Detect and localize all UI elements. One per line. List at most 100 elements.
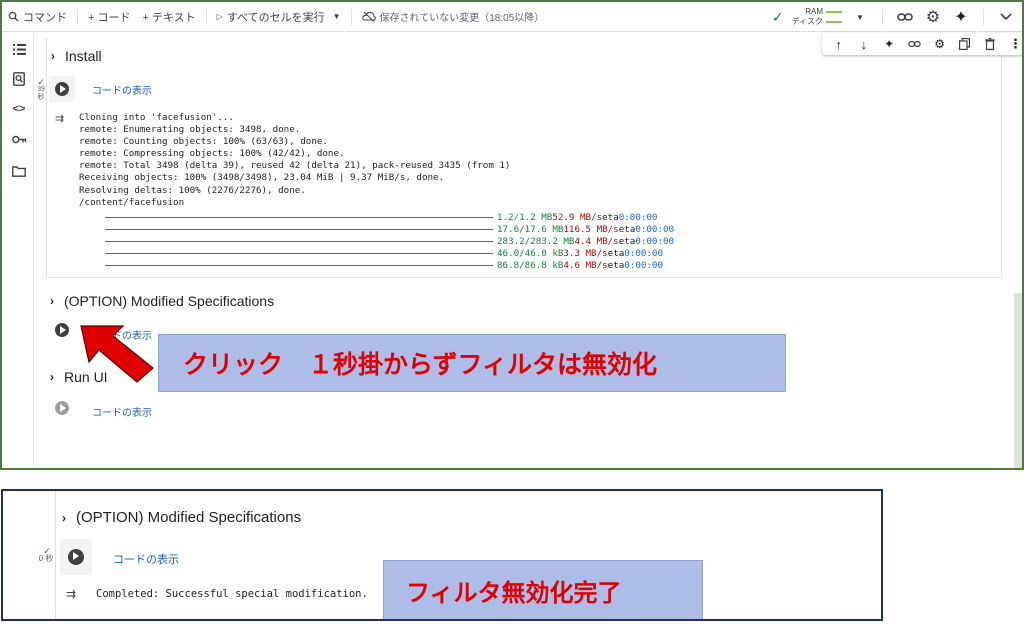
progress-speed: 3.3 MB/s xyxy=(563,248,608,259)
play-circle-icon xyxy=(68,549,84,565)
add-code-label: + コード xyxy=(88,11,131,24)
output-line: remote: Counting objects: 100% (63/63), … xyxy=(79,136,328,148)
show-code-link[interactable]: コードの表示 xyxy=(92,82,152,97)
progress-eta: 0:00:00 xyxy=(624,248,663,259)
progress-speed: 52.9 MB/s xyxy=(552,212,603,223)
unsaved-label: 保存されていない変更（18:05以降） xyxy=(379,13,545,24)
run-cell-button[interactable] xyxy=(60,539,92,575)
output-line: Receiving objects: 100% (3498/3498), 23.… xyxy=(79,172,445,184)
output-line: remote: Enumerating objects: 3498, done. xyxy=(79,124,301,136)
install-section-header[interactable]: › Install xyxy=(51,48,102,64)
progress-eta: 0:00:00 xyxy=(635,224,675,235)
toolbar-right: ✓ RAM ディスク ▼ ⚙ ✦ xyxy=(772,2,1016,32)
cell-output: Cloning into 'facefusion'... remote: Enum… xyxy=(79,112,510,209)
add-code-button[interactable]: + コード xyxy=(82,9,136,25)
run-cell-button[interactable] xyxy=(49,76,75,102)
chevron-right-icon[interactable]: › xyxy=(50,294,54,308)
progress-bar xyxy=(105,217,493,218)
command-label: コマンド xyxy=(23,11,67,24)
disk-label: ディスク xyxy=(791,17,823,26)
install-section: › Install ✓ 39 秒 コードの表示 ⇉ Cloning into '… xyxy=(37,38,1002,278)
progress-bar xyxy=(105,241,493,242)
section-title: (OPTION) Modified Specifications xyxy=(76,509,302,526)
progress-speed: 4.6 MB/s xyxy=(563,260,608,271)
chevron-right-icon[interactable]: › xyxy=(62,511,66,525)
cell-output: Completed: Successful special modificati… xyxy=(96,588,368,600)
progress-eta-label: eta xyxy=(607,248,625,259)
option-section-header[interactable]: › (OPTION) Modified Specifications xyxy=(50,293,274,309)
find-replace-icon[interactable] xyxy=(11,71,27,87)
run-all-label: すべてのセルを実行 xyxy=(226,11,325,24)
execution-status: ✓ 0 秒 xyxy=(39,547,55,563)
show-code-link[interactable]: コードの表示 xyxy=(113,551,179,567)
delete-trash-icon[interactable] xyxy=(980,34,1000,54)
progress-eta: 0:00:00 xyxy=(618,212,658,223)
output-toggle-icon[interactable]: ⇉ xyxy=(55,112,64,125)
progress-size: 1.2/1.2 MB xyxy=(497,212,553,223)
output-line: /content/facefusion xyxy=(79,196,185,208)
execution-status: ✓ 39 秒 xyxy=(35,78,47,102)
toolbar-divider xyxy=(983,9,984,25)
save-status[interactable]: 保存されていない変更（18:05以降） xyxy=(356,9,551,24)
output-toggle-icon[interactable]: ⇉ xyxy=(66,587,76,601)
red-arrow-annotation xyxy=(80,325,154,383)
notebook-body: › Install ✓ 39 秒 コードの表示 ⇉ Cloning into '… xyxy=(34,33,1022,468)
link-icon[interactable] xyxy=(895,7,915,27)
progress-row: 86.8/86.8 kB 4.6 MB/s eta 0:00:00 xyxy=(105,260,663,271)
cloud-off-icon xyxy=(361,11,376,22)
progress-bar xyxy=(105,229,493,230)
more-options-icon[interactable]: ⋮ xyxy=(1005,34,1022,54)
resource-meter[interactable]: RAM ディスク xyxy=(792,7,842,27)
run-all-button[interactable]: ▷ すべてのセルを実行 ▼ xyxy=(211,9,347,25)
progress-eta-label: eta xyxy=(618,224,636,235)
table-of-contents-icon[interactable] xyxy=(11,41,27,57)
result-panel: › (OPTION) Modified Specifications コードの表… xyxy=(1,489,883,621)
folder-icon[interactable] xyxy=(11,163,27,179)
scrollbar[interactable] xyxy=(1014,293,1022,468)
chevron-right-icon[interactable]: › xyxy=(50,370,54,384)
toolbar-divider xyxy=(350,8,352,25)
toolbar-divider xyxy=(205,8,207,25)
progress-speed: 4.4 MB/s xyxy=(574,236,619,247)
progress-size: 17.6/17.6 MB xyxy=(497,224,564,235)
show-code-link[interactable]: コードの表示 xyxy=(92,404,152,419)
option-section-header[interactable]: › (OPTION) Modified Specifications xyxy=(62,509,301,526)
ram-usage-bar xyxy=(826,11,842,13)
progress-eta: 0:00:00 xyxy=(635,236,675,247)
progress-eta-label: eta xyxy=(607,260,625,271)
gemini-sparkle-icon[interactable]: ✦ xyxy=(879,34,899,54)
play-circle-icon xyxy=(55,82,69,96)
link-icon[interactable] xyxy=(904,34,924,54)
chevron-down-icon[interactable]: ▼ xyxy=(333,12,341,21)
collapse-chevron-icon[interactable] xyxy=(996,7,1016,27)
settings-gear-icon[interactable]: ⚙ xyxy=(923,7,943,27)
move-down-arrow-icon[interactable]: ↓ xyxy=(854,34,874,54)
code-snippets-icon[interactable]: <> xyxy=(11,101,27,117)
play-circle-icon xyxy=(55,401,69,415)
progress-size: 46.0/46.0 kB xyxy=(497,248,564,259)
run-cell-button[interactable] xyxy=(49,395,75,421)
left-sidebar: <> xyxy=(2,33,34,468)
output-line: remote: Total 3498 (delta 39), reused 42… xyxy=(79,160,511,172)
command-button[interactable]: コマンド xyxy=(2,9,73,25)
progress-row: 17.6/17.6 MB 116.5 MB/s eta 0:00:00 xyxy=(105,224,674,235)
run-cell-button[interactable] xyxy=(49,317,75,343)
cell-settings-gear-icon[interactable]: ⚙ xyxy=(930,34,950,54)
gemini-sparkle-icon[interactable]: ✦ xyxy=(951,7,971,27)
move-up-arrow-icon[interactable]: ↑ xyxy=(829,34,849,54)
progress-row: 46.0/46.0 kB 3.3 MB/s eta 0:00:00 xyxy=(105,248,663,259)
section-title: Install xyxy=(65,48,102,64)
add-text-button[interactable]: + テキスト xyxy=(136,9,201,25)
mirror-cell-icon[interactable] xyxy=(955,34,975,54)
runtime-dropdown-icon[interactable]: ▼ xyxy=(850,7,870,27)
secrets-key-icon[interactable] xyxy=(11,131,27,147)
progress-size: 86.8/86.8 kB xyxy=(497,260,564,271)
toolbar-divider xyxy=(882,9,883,25)
colab-notebook-panel: コマンド + コード + テキスト ▷ すべてのセルを実行 ▼ 保存されていない… xyxy=(0,0,1024,470)
cell-toolbar: ↑ ↓ ✦ ⚙ ⋮ xyxy=(822,33,1022,55)
progress-row: 283.2/283.2 MB 4.4 MB/s eta 0:00:00 xyxy=(105,236,674,247)
chevron-right-icon[interactable]: › xyxy=(51,49,55,63)
play-circle-icon xyxy=(55,323,69,337)
output-line: remote: Compressing objects: 100% (42/42… xyxy=(79,148,345,160)
progress-eta: 0:00:00 xyxy=(624,260,663,271)
